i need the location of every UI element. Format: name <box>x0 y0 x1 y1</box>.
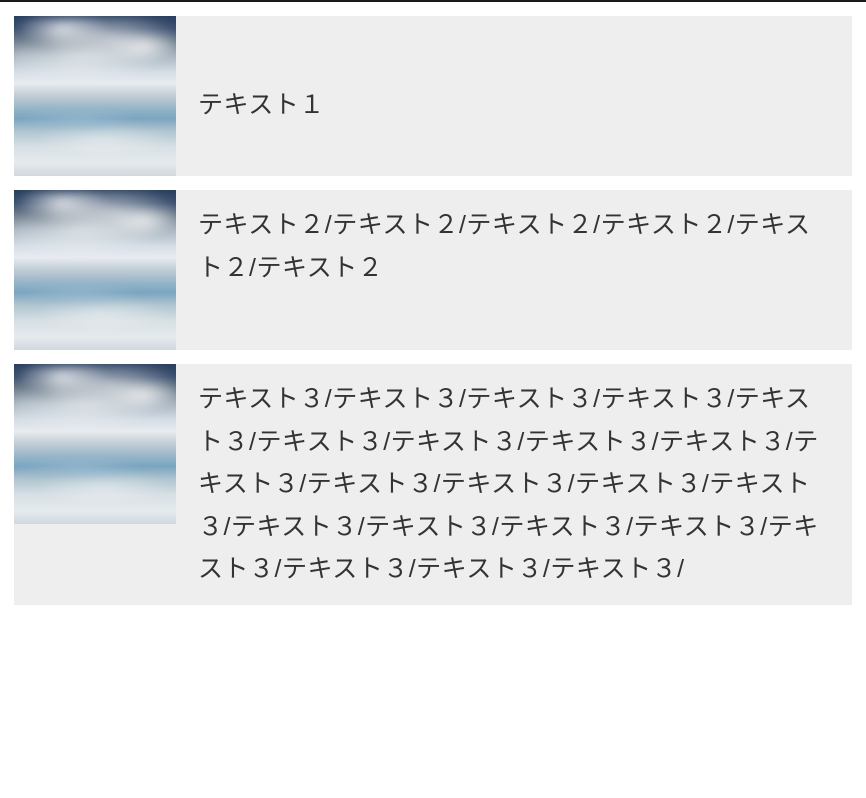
item-content: テキスト３/テキスト３/テキスト３/テキスト３/テキスト３/テキスト３/テキスト… <box>176 364 852 605</box>
thumbnail-image <box>14 16 176 176</box>
list-item[interactable]: テキスト２/テキスト２/テキスト２/テキスト２/テキスト２/テキスト２ <box>14 190 852 350</box>
item-content: テキスト１ <box>176 16 852 141</box>
thumbnail-image <box>14 364 176 524</box>
item-list: テキスト１ テキスト２/テキスト２/テキスト２/テキスト２/テキスト２/テキスト… <box>0 16 866 605</box>
item-text: テキスト２/テキスト２/テキスト２/テキスト２/テキスト２/テキスト２ <box>198 204 830 289</box>
thumbnail-image <box>14 190 176 350</box>
list-item[interactable]: テキスト１ <box>14 16 852 176</box>
item-text: テキスト３/テキスト３/テキスト３/テキスト３/テキスト３/テキスト３/テキスト… <box>198 378 830 591</box>
list-item[interactable]: テキスト３/テキスト３/テキスト３/テキスト３/テキスト３/テキスト３/テキスト… <box>14 364 852 605</box>
item-content: テキスト２/テキスト２/テキスト２/テキスト２/テキスト２/テキスト２ <box>176 190 852 303</box>
item-text: テキスト１ <box>198 84 325 127</box>
